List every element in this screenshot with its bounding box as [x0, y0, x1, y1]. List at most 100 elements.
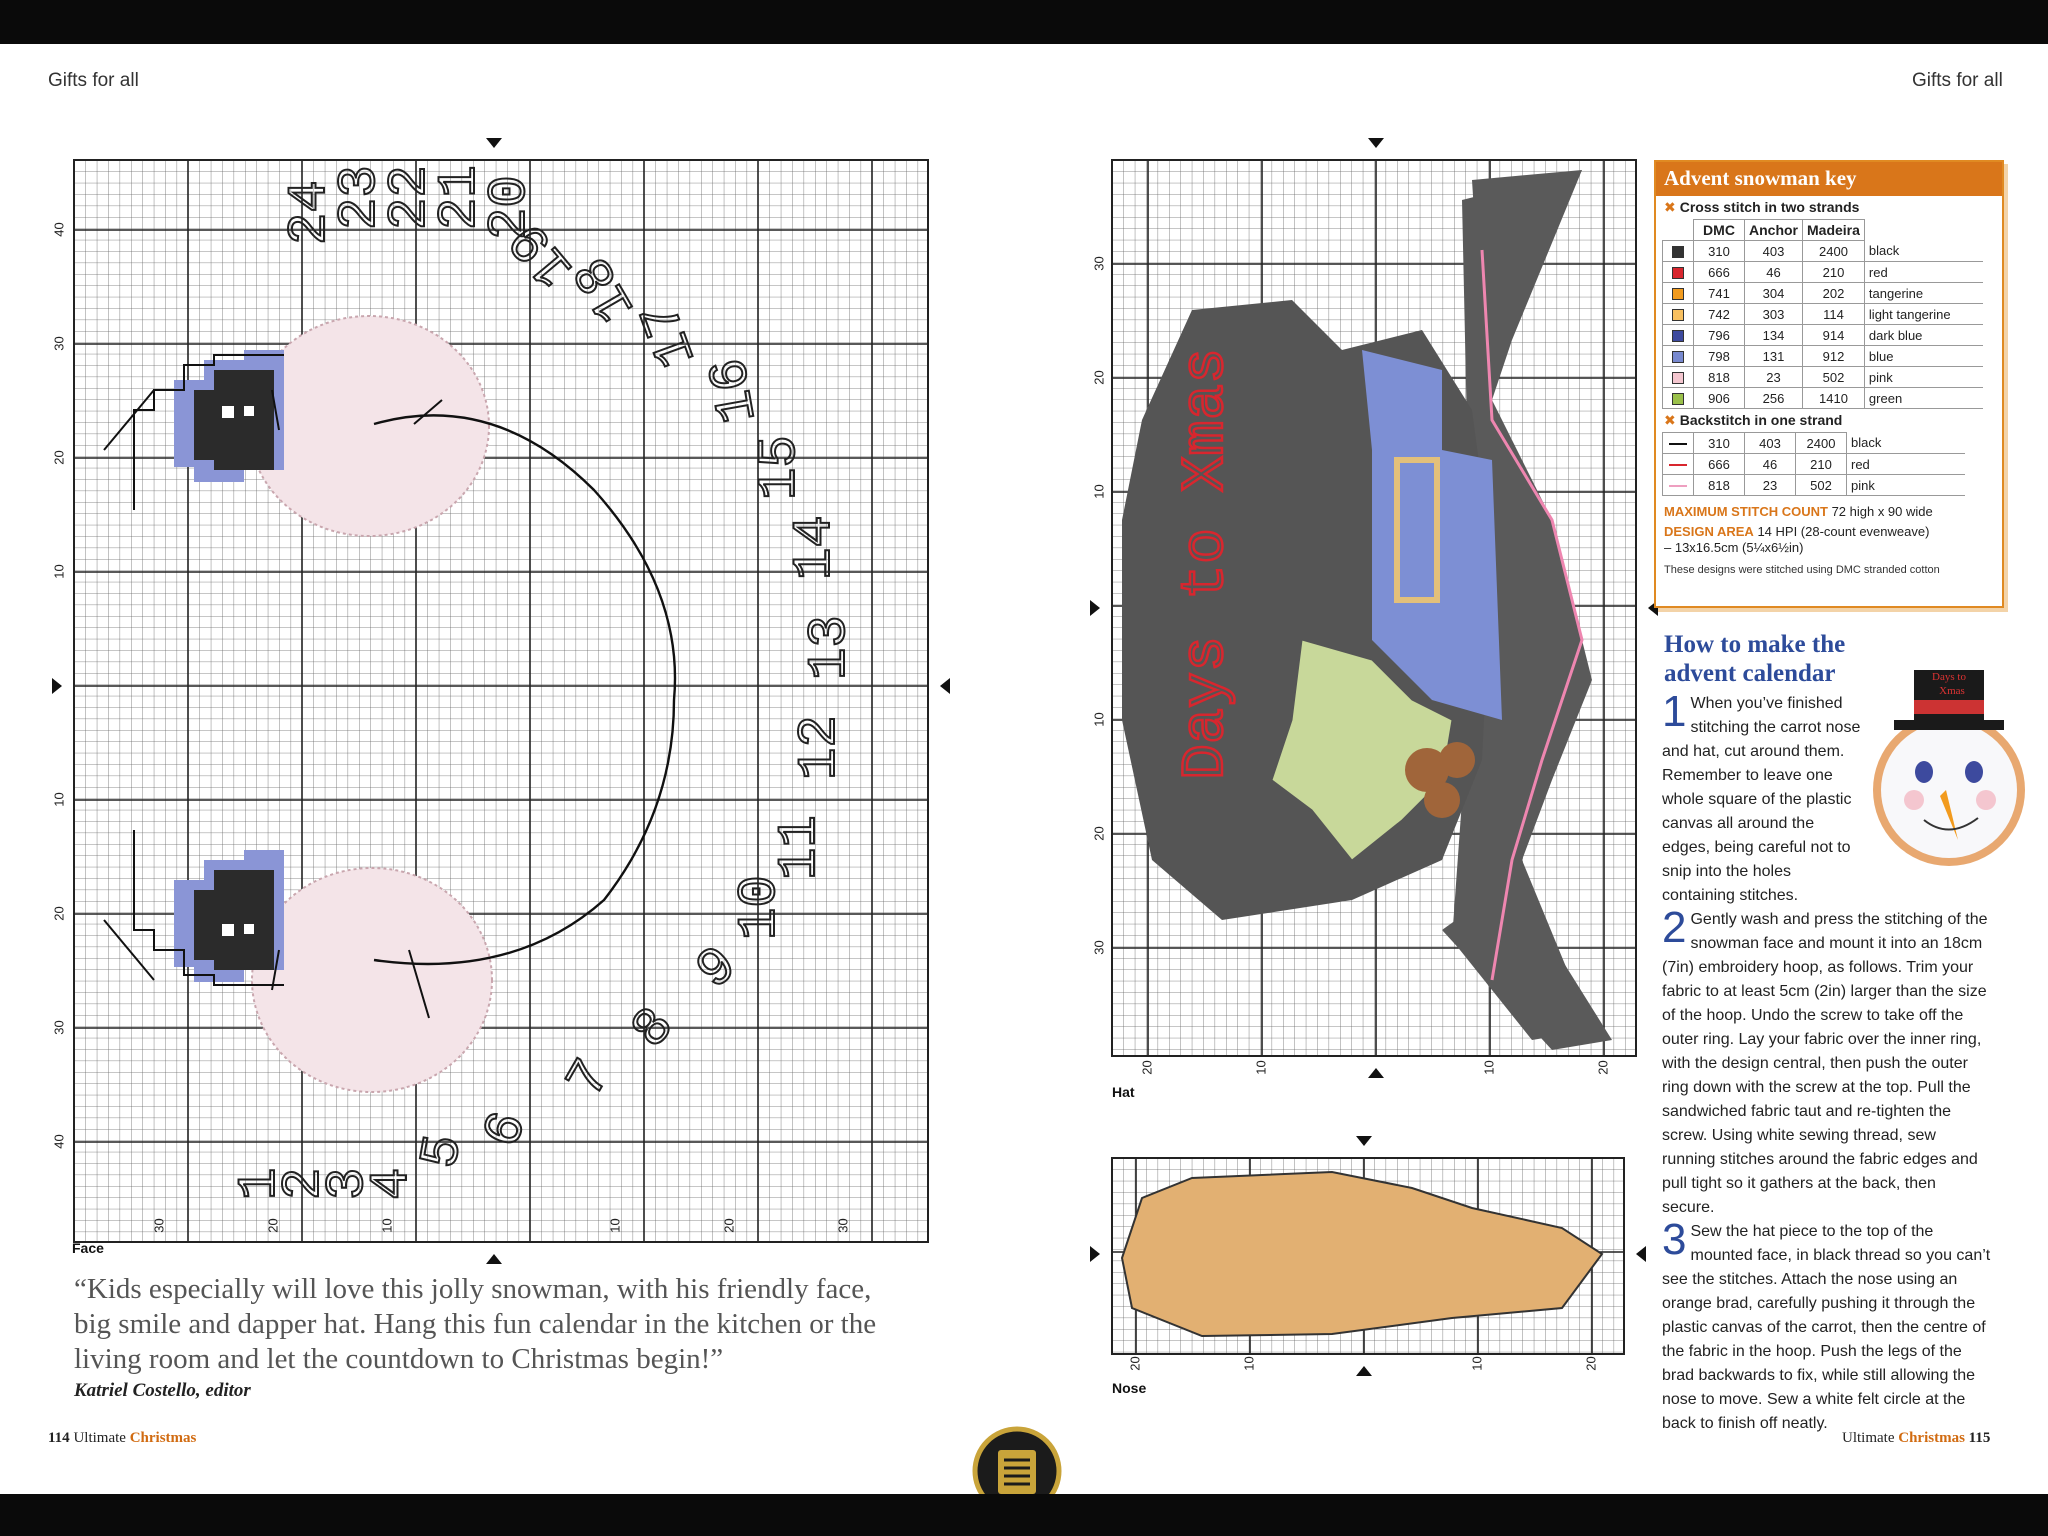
axis-label: 30 — [151, 1218, 167, 1233]
thread-name: green — [1863, 387, 1983, 409]
axis-label: 30 — [1091, 256, 1107, 271]
editor-quote: “Kids especially will love this jolly sn… — [74, 1273, 877, 1375]
photo-hat-text-1: Days to — [1932, 671, 1966, 683]
axis-label: 10 — [51, 792, 67, 807]
thread-anchor: 23 — [1744, 474, 1796, 496]
bottom-bar — [0, 1494, 2048, 1536]
axis-label: 10 — [1469, 1356, 1485, 1371]
col-madeira: Madeira — [1802, 219, 1865, 241]
thread-dmc: 666 — [1693, 453, 1745, 475]
thread-dmc: 818 — [1693, 474, 1745, 496]
axis-label: 10 — [379, 1218, 395, 1233]
key-title: Advent snowman key — [1656, 162, 2002, 196]
thread-madeira: 202 — [1802, 282, 1865, 304]
thread-madeira: 2400 — [1802, 240, 1865, 262]
thread-madeira: 912 — [1802, 345, 1865, 367]
axis-label: 30 — [1091, 940, 1107, 955]
axis-label: 20 — [51, 906, 67, 921]
thread-key: Advent snowman key ✖ Cross stitch in two … — [1654, 160, 2004, 608]
axis-label: 20 — [51, 450, 67, 465]
thread-dmc: 666 — [1693, 261, 1745, 283]
area-value: 14 HPI (28-count evenweave) — [1757, 524, 1930, 539]
thread-anchor: 403 — [1744, 240, 1803, 262]
axis-label: 10 — [1481, 1060, 1497, 1075]
key-row: 310 403 2400 black — [1662, 432, 1965, 454]
axis-label: 10 — [1253, 1060, 1269, 1075]
step-2: 2 Gently wash and press the stitching of … — [1662, 903, 1992, 1220]
thread-madeira: 502 — [1802, 366, 1865, 388]
key-row: 666 46 210 red — [1662, 261, 1983, 283]
count-value: 72 high x 90 wide — [1831, 504, 1933, 519]
face-number: 24 — [280, 180, 341, 245]
thread-name: blue — [1863, 345, 1983, 367]
hat-chart-caption: Hat — [1112, 1084, 1135, 1100]
publication-name: Ultimate — [73, 1430, 126, 1446]
face-number: 16 — [699, 353, 770, 427]
face-number: 13 — [800, 615, 861, 680]
cross-heading-label: Cross stitch in two strands — [1679, 199, 1860, 215]
axis-label: 30 — [51, 1020, 67, 1035]
axis-label: 40 — [51, 222, 67, 237]
right-section-header: Gifts for all — [1912, 70, 2003, 91]
axis-label: 10 — [1241, 1356, 1257, 1371]
photo-hat-text-2: Xmas — [1939, 685, 1965, 697]
key-row: 742 303 114 light tangerine — [1662, 303, 1983, 325]
axis-label: 20 — [1595, 1060, 1611, 1075]
step-number: 2 — [1662, 903, 1687, 952]
thread-name: pink — [1863, 366, 1983, 388]
step-text: Gently wash and press the stitching of t… — [1662, 911, 1988, 1216]
face-bottom-axis: 30 20 10 10 20 30 — [74, 1218, 928, 1238]
axis-label: 20 — [1091, 370, 1107, 385]
thread-madeira: 1410 — [1802, 387, 1865, 409]
thread-anchor: 46 — [1744, 261, 1803, 283]
thread-anchor: 303 — [1744, 303, 1803, 325]
step-3: 3 Sew the hat piece to the top of the mou… — [1662, 1215, 1992, 1436]
symbol-swatch — [1662, 303, 1694, 325]
key-row: 798 131 912 blue — [1662, 345, 1983, 367]
axis-label: 10 — [607, 1218, 623, 1233]
axis-label: 10 — [1091, 484, 1107, 499]
step-text: When you’ve finished stitching the carro… — [1662, 695, 1861, 904]
thread-dmc: 906 — [1693, 387, 1745, 409]
axis-label: 20 — [1139, 1060, 1155, 1075]
symbol-swatch — [1662, 345, 1694, 367]
face-number: 12 — [790, 715, 851, 780]
symbol-swatch — [1662, 387, 1694, 409]
symbol-swatch — [1662, 432, 1694, 454]
key-row: 666 46 210 red — [1662, 453, 1965, 475]
hat-bottom-axis: 20 10 10 20 — [1112, 1060, 1636, 1080]
nose-chart — [1090, 1136, 1646, 1376]
thread-name: light tangerine — [1863, 303, 1983, 325]
back-table: 310 403 2400 black 666 46 210 red 818 23 502 pink — [1662, 432, 1965, 496]
thread-dmc: 742 — [1693, 303, 1745, 325]
thread-anchor: 46 — [1744, 453, 1796, 475]
thread-name: red — [1863, 261, 1983, 283]
key-row: 906 256 1410 green — [1662, 387, 1983, 409]
thread-dmc: 310 — [1693, 240, 1745, 262]
thread-dmc: 796 — [1693, 324, 1745, 346]
thread-name: tangerine — [1863, 282, 1983, 304]
snowman-photo: Days to Xmas — [1873, 670, 2025, 866]
step-number: 3 — [1662, 1215, 1687, 1264]
thread-dmc: 798 — [1693, 345, 1745, 367]
symbol-swatch — [1662, 324, 1694, 346]
area-size: – 13x16.5cm (5¼x6½in) — [1664, 540, 1804, 555]
axis-label: 40 — [51, 1134, 67, 1149]
symbol-swatch — [1662, 453, 1694, 475]
step-number: 1 — [1662, 687, 1687, 736]
symbol-swatch — [1662, 261, 1694, 283]
page-number-left: 114 — [48, 1430, 70, 1446]
face-chart-caption: Face — [72, 1240, 104, 1256]
thread-dmc: 818 — [1693, 366, 1745, 388]
thread-madeira: 210 — [1795, 453, 1847, 475]
thread-madeira: 2400 — [1795, 432, 1847, 454]
hat-left-axis: 30 20 10 10 20 30 — [1092, 160, 1112, 1056]
key-row: 310 403 2400 black — [1662, 240, 1983, 262]
publication-accent: Christmas — [129, 1430, 197, 1446]
thread-anchor: 256 — [1744, 387, 1803, 409]
thread-name: red — [1846, 453, 1965, 475]
key-row: 796 134 914 dark blue — [1662, 324, 1983, 346]
back-heading-label: Backstitch in one strand — [1679, 412, 1843, 428]
face-number: 4 — [362, 1168, 423, 1200]
symbol-swatch — [1662, 240, 1694, 262]
